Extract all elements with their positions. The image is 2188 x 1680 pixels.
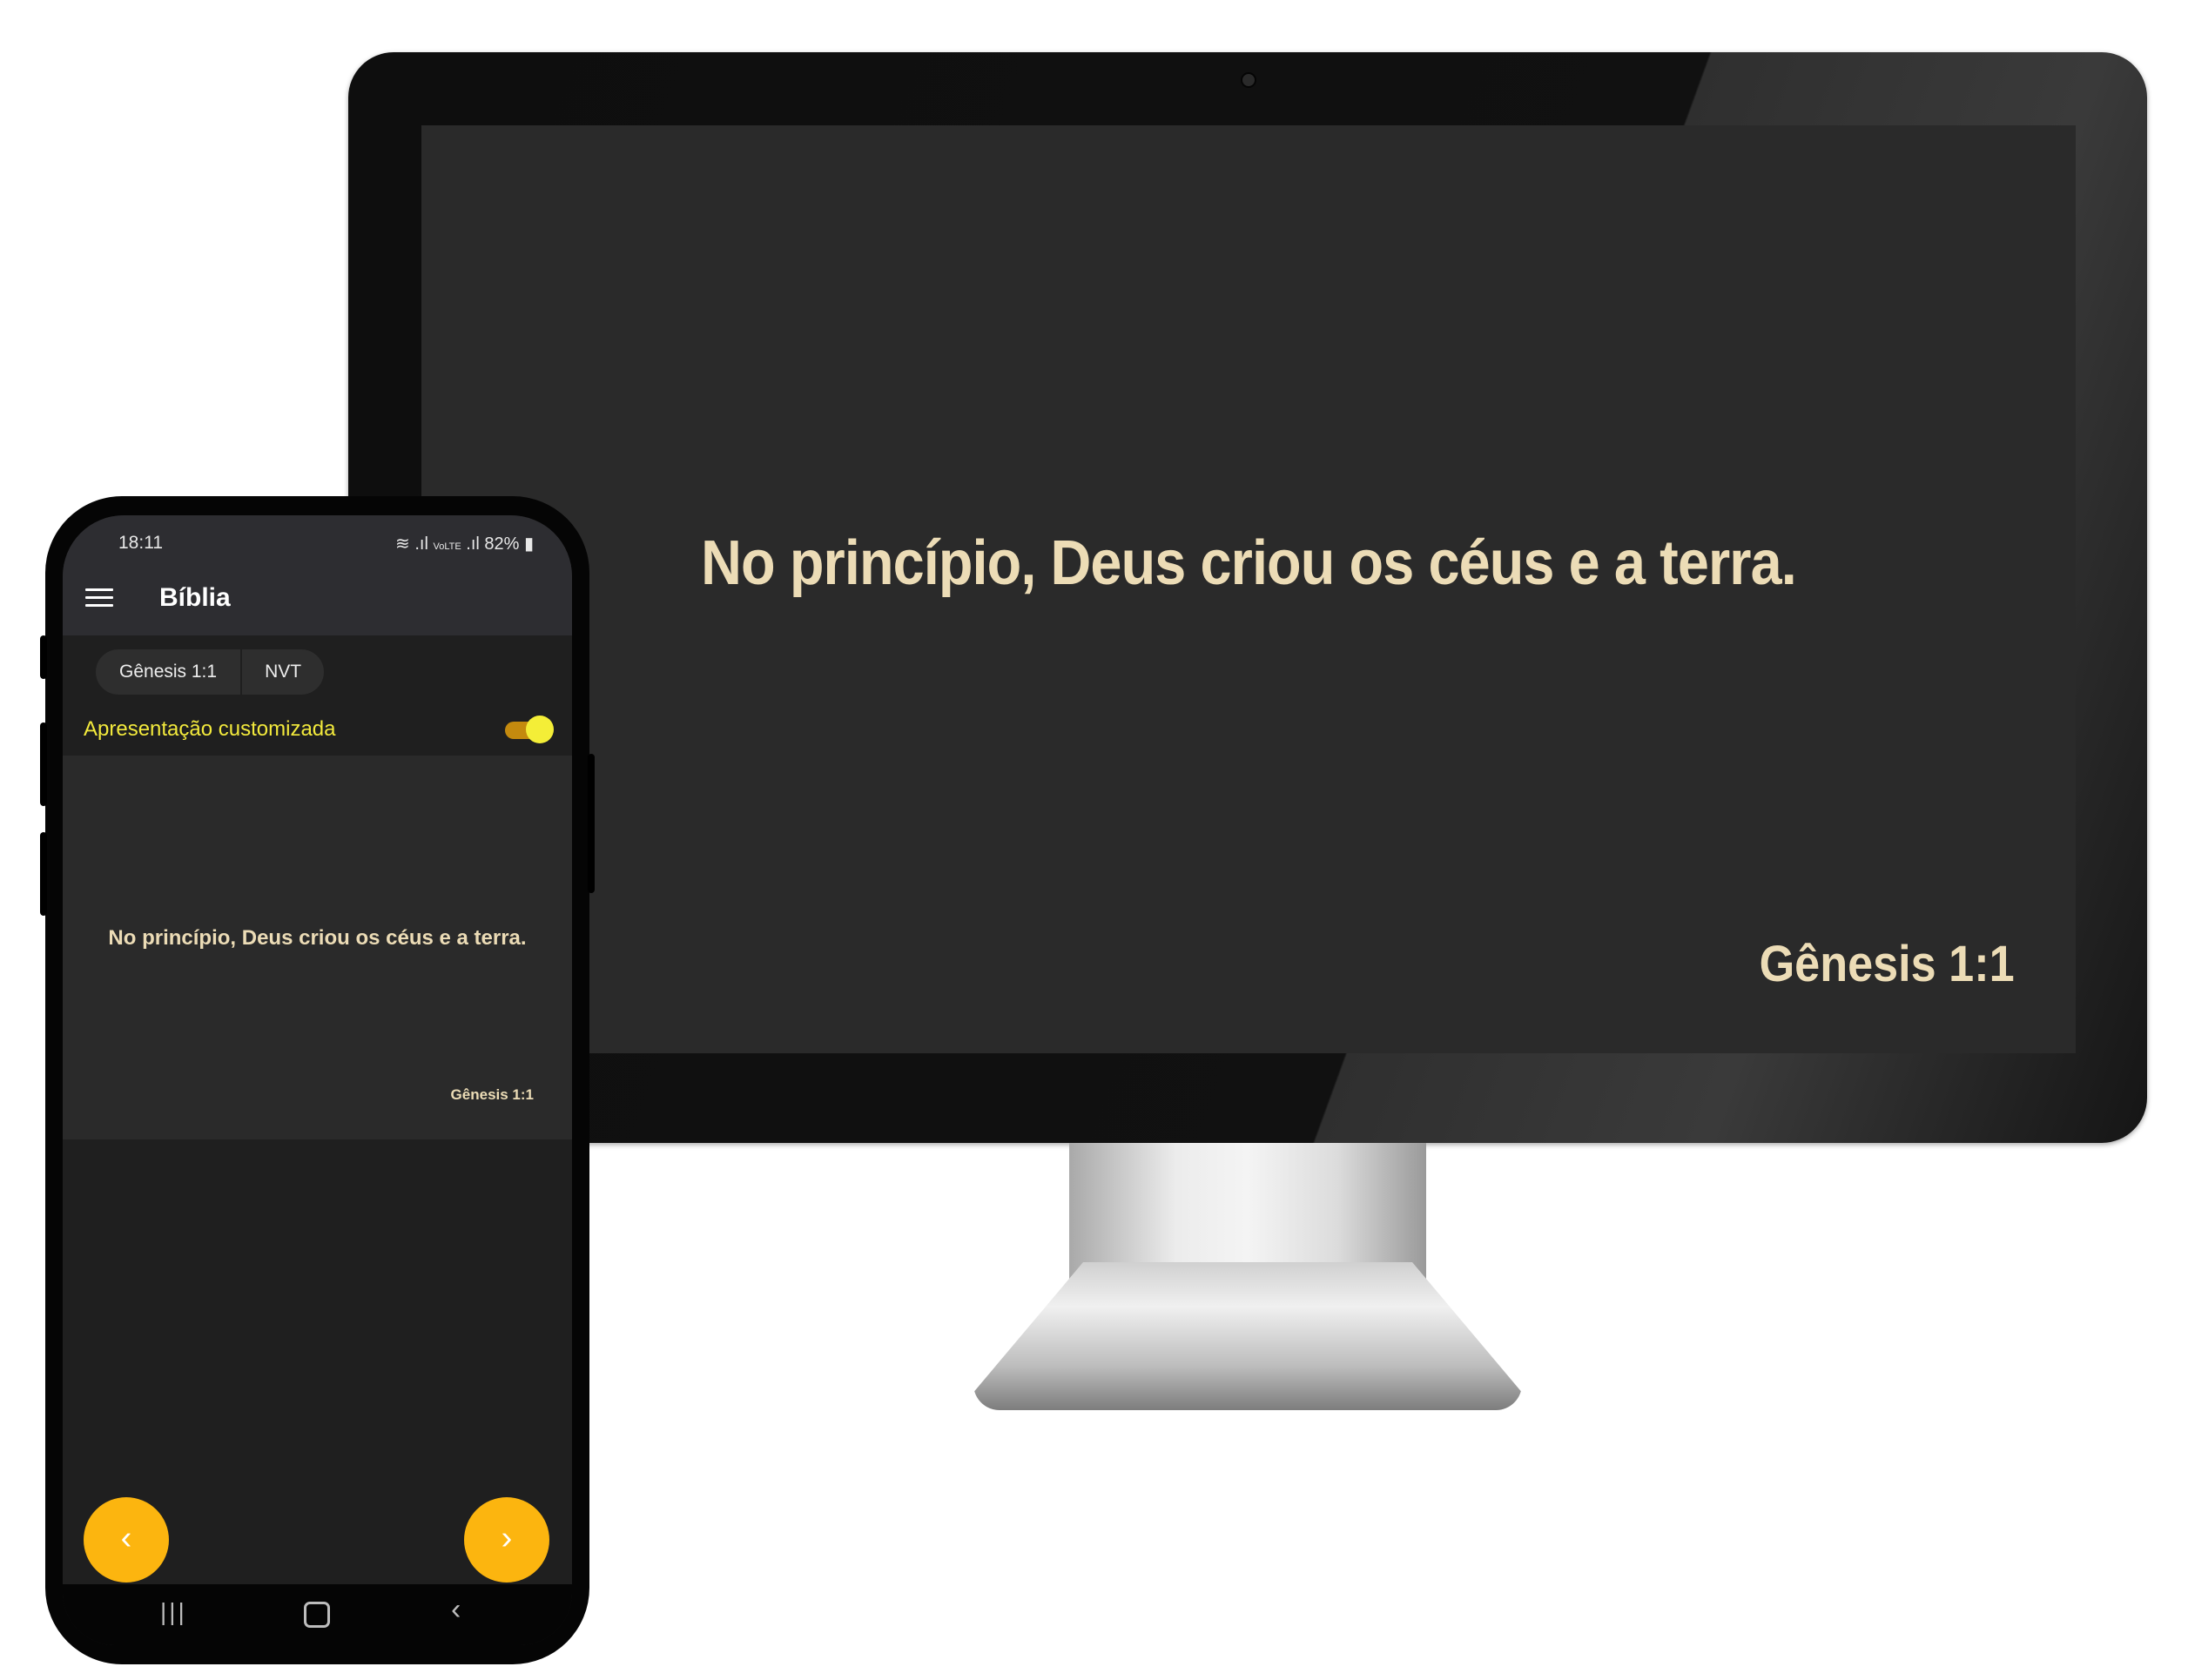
chevron-right-icon: ›	[501, 1520, 513, 1556]
projected-verse-reference: Gênesis 1:1	[1759, 936, 2015, 992]
custom-presentation-row: Apresentação customizada	[63, 705, 572, 754]
battery-icon: ▮	[523, 534, 534, 554]
back-button[interactable]: ‹	[451, 1593, 461, 1627]
signal-icon: .ıl	[414, 534, 428, 554]
signal-icon: .ıl	[466, 534, 480, 554]
desktop-monitor: No princípio, Deus criou os céus e a ter…	[348, 52, 2147, 1143]
projection-screen: No princípio, Deus criou os céus e a ter…	[421, 125, 2076, 1053]
verse-selector-chips: Gênesis 1:1 NVT	[96, 649, 325, 695]
projected-verse-text: No princípio, Deus criou os céus e a ter…	[701, 528, 1797, 598]
bible-version-chip[interactable]: NVT	[240, 649, 325, 695]
webcam-icon	[1241, 72, 1256, 88]
presentation-preview: No princípio, Deus criou os céus e a ter…	[63, 756, 572, 1139]
custom-presentation-toggle[interactable]	[503, 716, 554, 743]
preview-verse-reference: Gênesis 1:1	[450, 1086, 534, 1103]
volume-button	[40, 635, 47, 679]
status-bar: 18:11 ≋ .ıl VoLTE .ıl 82% ▮	[63, 515, 572, 564]
volume-button	[40, 722, 47, 806]
power-button	[588, 754, 595, 893]
status-icons: ≋ .ıl VoLTE .ıl 82% ▮	[395, 533, 534, 554]
home-button[interactable]	[304, 1602, 330, 1628]
phone-screen: 18:11 ≋ .ıl VoLTE .ıl 82% ▮ Bíblia Gênes…	[63, 515, 572, 1645]
toggle-thumb	[526, 716, 554, 743]
app-title: Bíblia	[159, 583, 231, 612]
volte-icon: VoLTE	[433, 541, 461, 552]
smartphone: 18:11 ≋ .ıl VoLTE .ıl 82% ▮ Bíblia Gênes…	[40, 496, 595, 1664]
chevron-left-icon: ‹	[120, 1520, 132, 1556]
verse-reference-chip[interactable]: Gênesis 1:1	[96, 649, 241, 695]
wifi-icon: ≋	[395, 534, 410, 554]
app-bar: Bíblia	[63, 564, 572, 635]
recents-button[interactable]: |||	[160, 1598, 187, 1626]
custom-presentation-label: Apresentação customizada	[84, 717, 336, 741]
preview-verse-text: No princípio, Deus criou os céus e a ter…	[108, 926, 527, 950]
previous-verse-button[interactable]: ‹	[84, 1497, 169, 1583]
monitor-stand-base	[973, 1262, 1522, 1410]
system-navigation-bar: ||| ‹	[63, 1584, 572, 1645]
battery-percentage: 82%	[484, 534, 520, 554]
volume-button	[40, 832, 47, 916]
next-verse-button[interactable]: ›	[464, 1497, 549, 1583]
status-time: 18:11	[118, 533, 163, 553]
hamburger-menu-icon[interactable]	[85, 588, 113, 609]
